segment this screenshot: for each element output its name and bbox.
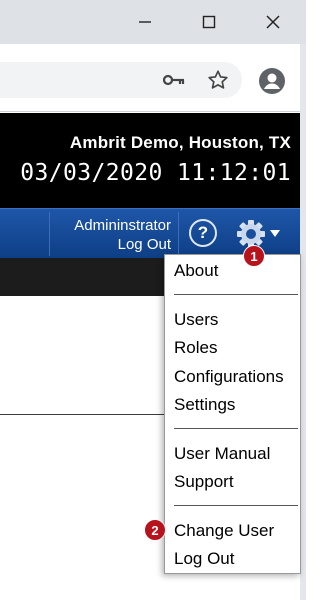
settings-dropdown-menu: About Users Roles Configurations Setting… [164, 254, 301, 574]
logout-link[interactable]: Log Out [50, 235, 171, 254]
callout-badge-1: 1 [243, 245, 265, 267]
screen: Ambrit Demo, Houston, TX 03/03/2020 11:1… [0, 0, 306, 600]
help-icon: ? [197, 223, 209, 242]
user-name: Admininstrator [74, 217, 171, 234]
menu-item-user-manual[interactable]: User Manual [174, 443, 270, 465]
help-button[interactable]: ? [189, 219, 217, 247]
menu-item-support[interactable]: Support [174, 471, 234, 493]
menu-separator [174, 505, 298, 506]
browser-toolbar [0, 44, 306, 112]
profile-icon[interactable] [257, 66, 287, 96]
app-header: Ambrit Demo, Houston, TX 03/03/2020 11:1… [0, 113, 300, 208]
user-info: Admininstrator Log Out [49, 212, 179, 256]
maximize-icon[interactable] [186, 0, 232, 44]
menu-separator [174, 428, 298, 429]
caret-down-icon [270, 230, 280, 237]
datetime-display: 03/03/2020 11:12:01 [20, 160, 291, 186]
star-icon[interactable] [204, 66, 232, 94]
site-name: Ambrit Demo, Houston, TX [69, 133, 291, 152]
callout-badge-2: 2 [144, 519, 166, 541]
minimize-icon[interactable] [122, 0, 168, 44]
menu-item-settings[interactable]: Settings [174, 394, 235, 416]
menu-item-configurations[interactable]: Configurations [174, 366, 284, 388]
menu-item-change-user[interactable]: Change User [174, 520, 274, 542]
menu-item-roles[interactable]: Roles [174, 337, 217, 359]
key-icon[interactable] [160, 70, 188, 90]
close-icon[interactable] [250, 0, 296, 44]
browser-titlebar [0, 0, 306, 44]
menu-item-about[interactable]: About [174, 260, 218, 282]
menu-item-users[interactable]: Users [174, 309, 218, 331]
settings-menu-button[interactable] [236, 217, 286, 251]
menu-separator [174, 294, 298, 295]
menu-item-log-out[interactable]: Log Out [174, 548, 235, 570]
